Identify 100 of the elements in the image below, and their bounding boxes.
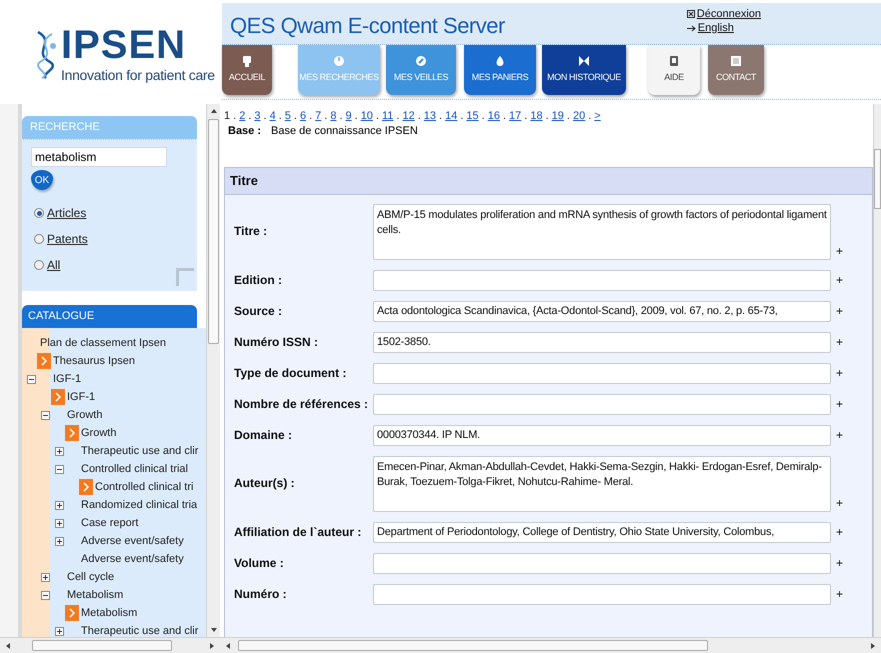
scroll-right-icon[interactable] (208, 642, 216, 650)
horizontal-scrollbar[interactable] (0, 637, 220, 653)
input-field[interactable] (373, 362, 831, 384)
add-button[interactable]: + (836, 426, 844, 444)
page-separator: . (248, 109, 252, 124)
tree-item[interactable]: Randomized clinical tria (81, 496, 198, 514)
tree-item[interactable]: Metabolism (67, 586, 124, 604)
page-link[interactable]: 15 (466, 108, 479, 124)
collapse-icon[interactable] (41, 590, 50, 600)
tree-item[interactable]: Thesaurus Ipsen (53, 352, 135, 370)
expand-icon[interactable] (55, 500, 64, 510)
page-link[interactable]: 4 (270, 108, 276, 124)
add-button[interactable]: + (836, 333, 844, 351)
add-button[interactable]: + (836, 494, 844, 512)
add-button[interactable]: + (836, 585, 844, 603)
add-button[interactable]: + (836, 523, 844, 541)
radio-button[interactable] (34, 234, 44, 244)
tree-item[interactable]: Metabolism (81, 604, 138, 622)
collapse-icon[interactable] (41, 410, 50, 420)
tree-item[interactable]: Adverse event/safety (81, 550, 184, 568)
input-field[interactable]: Department of Periodontology, College of Dentistry, Ohio State University, Colombus, (373, 522, 831, 542)
tree-item[interactable]: Plan de classement Ipsen (40, 334, 166, 352)
add-button[interactable]: + (836, 364, 844, 382)
field-label: Numéro : (234, 586, 288, 602)
scroll-up-icon[interactable] (210, 107, 218, 115)
page-link[interactable]: 6 (300, 108, 306, 124)
tree-item[interactable]: Adverse event/safety (81, 532, 184, 550)
input-field[interactable] (373, 552, 831, 574)
tree-item[interactable]: Therapeutic use and clir (81, 622, 198, 637)
input-field[interactable] (373, 394, 831, 414)
vertical-scrollbar[interactable] (206, 104, 220, 637)
logo-wordmark: IPSEN (61, 24, 188, 64)
page-link[interactable]: 20 (572, 108, 586, 124)
nav-button[interactable]: MES PANIERS (464, 45, 536, 95)
page-link[interactable]: 11 (382, 108, 394, 124)
add-button[interactable]: + (836, 554, 844, 572)
field-label: Affiliation de l`auteur : (234, 524, 362, 540)
collapse-icon[interactable] (55, 464, 64, 474)
scroll-left-icon[interactable] (4, 642, 12, 650)
page-link[interactable]: 10 (360, 108, 373, 124)
nav-button[interactable]: CONTACT (708, 45, 764, 95)
tree-item[interactable]: Growth (67, 406, 102, 424)
radio-button[interactable] (34, 208, 44, 218)
add-button[interactable]: + (836, 302, 844, 320)
radio-button[interactable] (34, 260, 44, 270)
page-link[interactable]: 18 (530, 108, 543, 124)
page-link[interactable]: 17 (509, 108, 522, 124)
input-field[interactable] (373, 270, 831, 290)
tree-item[interactable]: Case report (81, 514, 138, 532)
expand-icon[interactable] (55, 536, 64, 546)
expand-icon[interactable] (41, 572, 50, 582)
scroll-down-icon[interactable] (210, 626, 218, 634)
vertical-scrollbar[interactable] (873, 104, 881, 637)
nav-button[interactable]: ACCUEIL (222, 45, 272, 95)
ok-button[interactable]: OK (31, 170, 53, 190)
input-field[interactable]: 1502-3850. (373, 332, 831, 352)
tree-item[interactable]: IGF-1 (67, 388, 96, 406)
page-link[interactable]: 2 (239, 108, 246, 124)
add-button[interactable]: + (836, 242, 844, 260)
tree-item[interactable]: Cell cycle (67, 568, 114, 586)
page-link[interactable]: 19 (552, 108, 564, 124)
input-field[interactable]: Acta odontologica Scandinavica, {Acta-Odontol-Scand}, 2009, vol. 67, no. 2, p. 65-73, (373, 300, 831, 322)
page-link[interactable]: 14 (445, 108, 458, 124)
page-link[interactable]: > (594, 108, 601, 124)
text-area[interactable]: ABM/P-15 modulates proliferation and mRNA synthesis of growth factors of periodontal ligament cells. (373, 204, 831, 260)
tree-item[interactable]: Controlled clinical trial (81, 460, 188, 478)
page-link[interactable]: 16 (488, 108, 500, 124)
page-link[interactable]: 12 (402, 108, 415, 124)
expand-icon[interactable] (55, 518, 64, 528)
scope-link[interactable]: Patents (47, 230, 88, 248)
input-field[interactable] (373, 584, 831, 604)
expand-icon[interactable] (55, 446, 64, 456)
tree-item[interactable]: IGF-1 (53, 370, 82, 388)
page-link[interactable]: 9 (346, 108, 352, 124)
page-link[interactable]: 3 (254, 108, 260, 124)
horizontal-scrollbar[interactable] (220, 637, 881, 653)
add-button[interactable]: + (836, 395, 844, 413)
collapse-icon[interactable] (27, 374, 36, 384)
expand-icon[interactable] (55, 626, 64, 636)
scope-link[interactable]: All (47, 256, 60, 274)
page-link[interactable]: 5 (284, 108, 291, 124)
page-link[interactable]: 8 (330, 108, 336, 124)
logout-link[interactable]: Déconnexion (696, 7, 761, 21)
page-link[interactable]: 1 (224, 108, 230, 124)
text-area[interactable]: Emecen-Pinar, Akman-Abdullah-Cevdet, Hakki-Sema-Sezgin, Hakki- Erdogan-Esref, Demiralp-Burak, Toezuem-Tolga-Fikret, Nohutcu-Rahime- Meral. (373, 456, 831, 512)
scroll-left-icon[interactable] (224, 642, 232, 650)
page-link[interactable]: 13 (424, 108, 436, 124)
add-button[interactable]: + (836, 271, 844, 289)
nav-icon (494, 55, 506, 68)
scope-link[interactable]: Articles (47, 204, 86, 222)
tree-item[interactable]: Controlled clinical tri (95, 478, 194, 496)
page-link[interactable]: 7 (315, 108, 322, 124)
nav-button[interactable]: AIDE (648, 45, 700, 95)
tree-item[interactable]: Growth (81, 424, 116, 442)
search-field[interactable]: metabolism (31, 147, 167, 167)
language-link[interactable]: English (698, 21, 734, 35)
nav-button[interactable]: MON HISTORIQUE (542, 45, 626, 95)
tree-item[interactable]: Therapeutic use and clir (81, 442, 198, 460)
scroll-right-icon[interactable] (869, 642, 877, 650)
input-field[interactable]: 0000370344. IP NLM. (373, 424, 831, 446)
